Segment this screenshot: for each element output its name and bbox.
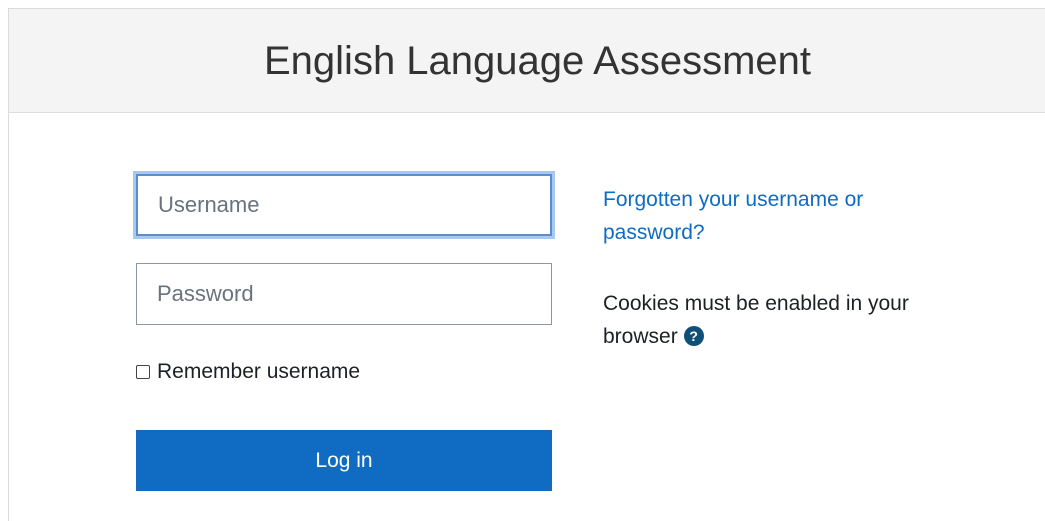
forgot-password-link[interactable]: Forgotten your username or password? bbox=[603, 183, 963, 249]
cookies-text: Cookies must be enabled in your browser bbox=[603, 292, 909, 348]
login-header: English Language Assessment bbox=[9, 9, 1045, 113]
question-circle-icon[interactable]: ? bbox=[683, 326, 704, 347]
login-card: English Language Assessment Remember use… bbox=[8, 8, 1045, 521]
cookies-notice: Cookies must be enabled in your browser? bbox=[603, 287, 983, 353]
password-input[interactable] bbox=[136, 263, 552, 325]
username-input[interactable] bbox=[136, 174, 552, 236]
page-title: English Language Assessment bbox=[264, 39, 812, 83]
remember-username[interactable]: Remember username bbox=[136, 359, 360, 385]
login-button[interactable]: Log in bbox=[136, 430, 552, 491]
remember-checkbox[interactable] bbox=[136, 365, 150, 379]
remember-label[interactable]: Remember username bbox=[157, 360, 360, 384]
